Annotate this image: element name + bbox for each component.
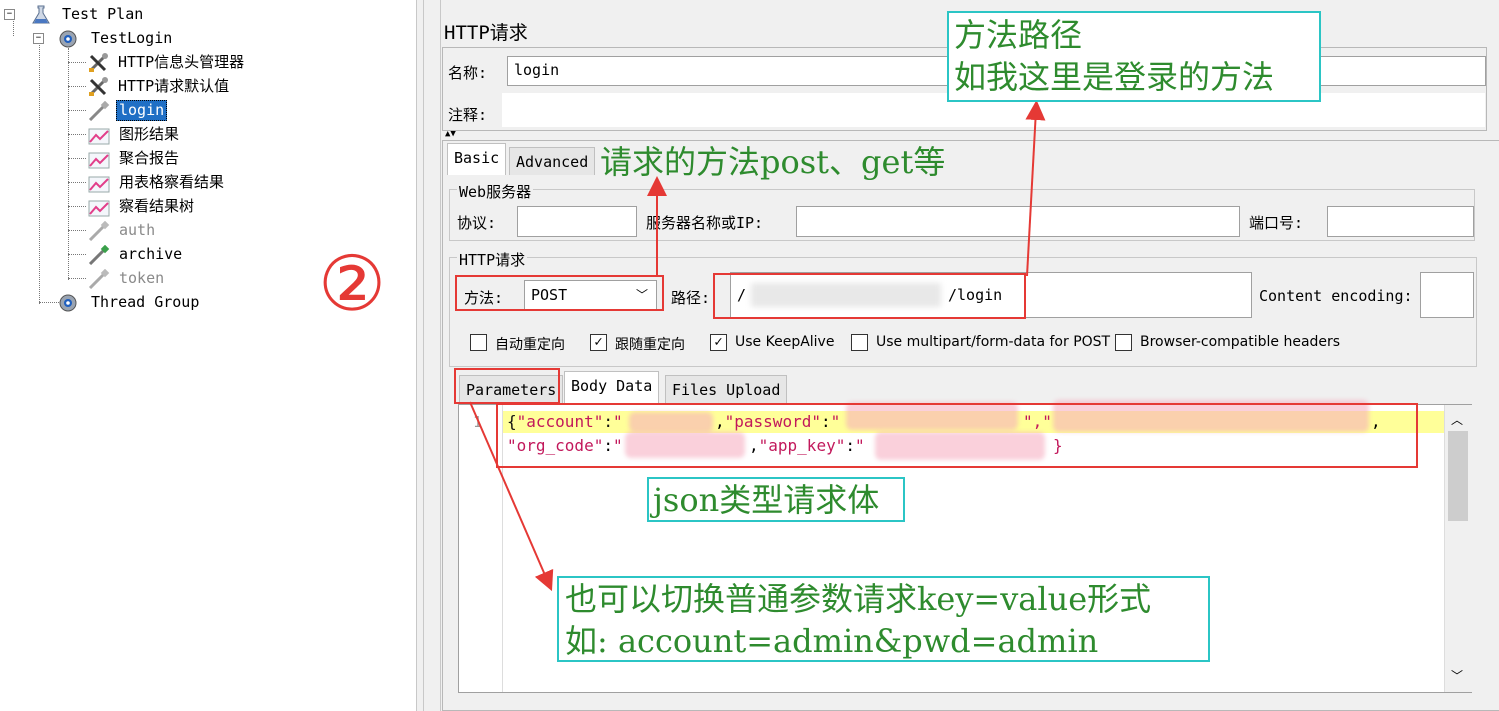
annotation-text: json类型请求体: [653, 481, 880, 519]
tree-label-selected: login: [116, 100, 168, 121]
chart-icon: [88, 200, 110, 217]
tree-label: Thread Group: [91, 293, 200, 311]
tree-node-login[interactable]: login: [0, 99, 300, 121]
pipette-icon: [88, 269, 110, 289]
tree-label: 聚合报告: [119, 149, 180, 167]
tree-node-header-manager[interactable]: HTTP信息头管理器: [0, 51, 300, 73]
tree-node-aggregate-report[interactable]: 聚合报告: [0, 147, 300, 169]
name-label: 名称:: [448, 64, 488, 82]
tree-label: HTTP信息头管理器: [118, 53, 245, 71]
checkbox-label: 跟随重定向: [615, 337, 685, 353]
tree-node-results-tree[interactable]: 察看结果树: [0, 195, 300, 217]
chart-icon: [88, 176, 110, 193]
scrollbar-thumb[interactable]: [1448, 431, 1468, 521]
tree-label: auth: [119, 221, 156, 239]
web-server-group-title: Web服务器: [457, 181, 534, 202]
highlight-parameters-tab: [454, 368, 560, 404]
port-input[interactable]: [1327, 206, 1474, 237]
tree-node-request-defaults[interactable]: HTTP请求默认值: [0, 75, 300, 97]
server-label: 服务器名称或IP:: [646, 214, 764, 232]
tree-node-table-results[interactable]: 用表格察看结果: [0, 171, 300, 193]
tab-advanced[interactable]: Advanced: [509, 147, 596, 175]
tree-label: 图形结果: [119, 125, 180, 143]
splitter-handle[interactable]: [416, 0, 424, 711]
panel-title: HTTP请求: [444, 22, 528, 44]
tree-label: archive: [119, 245, 183, 263]
wrench-screwdriver-icon: [89, 53, 108, 72]
pipette-icon: [88, 245, 110, 265]
gear-icon: [59, 30, 77, 48]
step-marker: ②: [318, 239, 387, 328]
tree-node-archive[interactable]: archive: [0, 243, 300, 265]
comment-label: 注释:: [448, 106, 488, 124]
annotation-text: 如我这里是登录的方法: [954, 58, 1275, 96]
protocol-label: 协议:: [457, 214, 497, 232]
tab-basic[interactable]: Basic: [447, 143, 507, 175]
tree-node-auth[interactable]: auth: [0, 219, 300, 241]
http-request-group-title: HTTP请求: [457, 249, 528, 270]
checkbox-multipart[interactable]: [851, 334, 868, 351]
tree-label: 察看结果树: [119, 197, 195, 215]
highlight-path: [713, 273, 1026, 319]
pipette-icon: [88, 101, 110, 121]
checkbox-label: Use multipart/form-data for POST: [876, 334, 1111, 350]
tree-label: TestLogin: [91, 29, 173, 47]
encoding-label: Content encoding:: [1259, 287, 1413, 305]
scroll-up-icon[interactable]: ︿: [1451, 411, 1463, 428]
tree-label: Test Plan: [62, 5, 144, 23]
checkbox-label: Use KeepAlive: [735, 334, 835, 350]
tree-node-testlogin[interactable]: − TestLogin: [0, 27, 300, 49]
collapse-icon[interactable]: −: [33, 33, 44, 44]
highlight-json-body: [496, 403, 1418, 468]
path-label: 路径:: [671, 289, 711, 307]
tree-node-token[interactable]: token: [0, 267, 300, 289]
annotation-request-method: 请求的方法post、get等: [600, 143, 946, 181]
encoding-input[interactable]: [1420, 272, 1474, 318]
port-label: 端口号:: [1249, 214, 1304, 232]
checkbox-label: 自动重定向: [495, 337, 565, 353]
highlight-method: [455, 275, 664, 311]
collapse-arrows-icon[interactable]: ▲▼: [445, 130, 456, 139]
collapse-icon[interactable]: −: [4, 9, 15, 20]
chart-icon: [88, 128, 110, 145]
tree-label: 用表格察看结果: [119, 173, 225, 191]
tree-label: HTTP请求默认值: [118, 77, 230, 95]
vertical-scrollbar[interactable]: ︿ ﹀: [1444, 405, 1472, 692]
server-input[interactable]: [796, 206, 1240, 237]
annotation-text: 方法路径: [954, 16, 1083, 54]
tree-node-graph-results[interactable]: 图形结果: [0, 123, 300, 145]
annotation-text: 如: account=admin&pwd=admin: [565, 622, 1099, 660]
protocol-input[interactable]: [517, 206, 637, 237]
test-plan-tree: − Test Plan − TestLogin HTTP信息头管理器 HTTP请…: [0, 0, 416, 711]
checkbox-browser-headers[interactable]: [1115, 334, 1132, 351]
annotation-text: 也可以切换普通参数请求key=value形式: [565, 580, 1152, 618]
tree-node-test-plan[interactable]: − Test Plan: [0, 3, 300, 25]
follow-checkbox-auto-redirect[interactable]: [470, 334, 487, 351]
annotation-box-method-path: 方法路径 如我这里是登录的方法: [947, 11, 1321, 102]
wrench-screwdriver-icon: [89, 77, 108, 96]
tab-files-upload[interactable]: Files Upload: [665, 375, 788, 403]
pipette-icon: [88, 221, 110, 241]
tree-node-thread-group[interactable]: Thread Group: [0, 291, 300, 313]
line-number: 1: [473, 413, 483, 431]
tab-body-data[interactable]: Body Data: [564, 371, 660, 404]
annotation-box-json: json类型请求体: [647, 477, 905, 522]
scroll-down-icon[interactable]: ﹀: [1451, 667, 1463, 684]
checkbox-keepalive[interactable]: ✓: [710, 334, 727, 351]
checkbox-follow-redirects[interactable]: ✓: [590, 334, 607, 351]
tree-label: token: [119, 269, 165, 287]
gear-icon: [59, 294, 77, 312]
chart-icon: [88, 152, 110, 169]
annotation-box-switch: 也可以切换普通参数请求key=value形式 如: account=admin&…: [557, 576, 1210, 662]
flask-icon: [32, 5, 50, 24]
checkbox-label: Browser-compatible headers: [1140, 334, 1341, 350]
